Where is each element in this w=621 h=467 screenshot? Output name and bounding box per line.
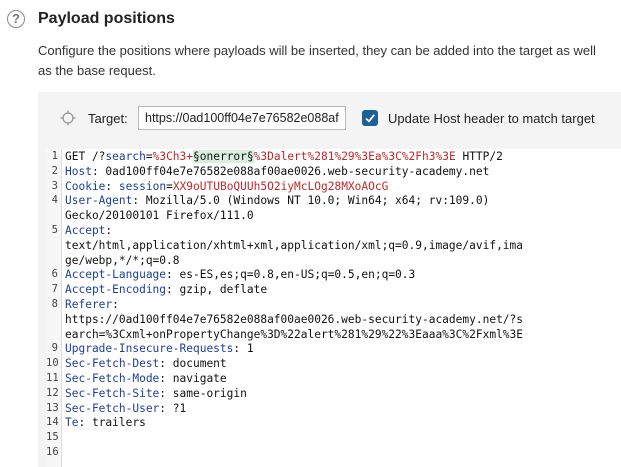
line-number: 7	[51, 283, 58, 296]
line-number: 12	[46, 386, 59, 399]
request-token: Sec-Fetch-Mode	[65, 372, 160, 385]
line-number: 15	[46, 431, 59, 444]
line-number: 14	[46, 416, 59, 429]
request-token: :	[105, 224, 113, 237]
request-line[interactable]: Sec-Fetch-Mode: navigate	[65, 372, 227, 385]
request-token: : navigate	[159, 372, 227, 385]
line-number: 16	[46, 446, 59, 458]
request-line[interactable]: Referer:	[65, 298, 119, 311]
request-token: Gecko/20100101 Firefox/111.0	[65, 209, 254, 223]
request-token: Upgrade-Insecure-Requests	[65, 342, 234, 356]
request-token: Referer	[65, 298, 113, 311]
request-line[interactable]: https://0ad100ff04e7e76582e088af00ae0026…	[65, 313, 523, 326]
request-token: =	[166, 179, 173, 193]
request-token: Sec-Fetch-Site	[65, 386, 160, 400]
line-number: 11	[46, 372, 59, 384]
request-editor[interactable]: 1 2 3 4 5 6 7 8 9 10 11 12 13 14 15 16 GET /?search=%3C…	[46, 149, 621, 467]
request-token: Cookie	[65, 179, 106, 193]
request-line[interactable]: earch=%3Cxml+onPropertyChange%3D%22alert…	[65, 328, 523, 341]
request-token: : 0ad100ff04e7e76582e088af00ae0026.web-s…	[91, 164, 490, 178]
target-url-input[interactable]	[138, 106, 346, 130]
request-token: : document	[159, 357, 227, 371]
update-host-label[interactable]: Update Host header to match target	[388, 111, 595, 126]
section-title: Payload positions	[38, 10, 175, 27]
payload-marker: §onerror§	[193, 150, 254, 163]
request-token: %3Ch3+	[152, 150, 194, 163]
request-token: : 1	[233, 342, 254, 356]
request-token: %3Dalert%281%29%3Ea%3C%2Fh3%3E	[253, 150, 456, 163]
request-line[interactable]: text/html,application/xhtml+xml,applicat…	[65, 239, 523, 252]
request-token: https://0ad100ff04e7e76582e088af00ae0026…	[65, 312, 524, 326]
request-token: earch=%3Cxml+onPropertyChange%3D%22alert…	[65, 327, 524, 341]
line-number: 13	[46, 401, 59, 414]
request-line[interactable]: Gecko/20100101 Firefox/111.0	[65, 209, 254, 222]
request-token: :	[112, 298, 119, 311]
request-token: Te	[65, 416, 79, 430]
request-line[interactable]: ge/webp,*/*;q=0.8	[65, 254, 180, 267]
request-line[interactable]: Upgrade-Insecure-Requests: 1	[65, 342, 254, 355]
line-number: 1	[51, 150, 58, 162]
request-token: User-Agent	[65, 194, 133, 208]
request-token: Sec-Fetch-Dest	[65, 357, 160, 371]
checkmark-icon	[365, 114, 375, 123]
request-line[interactable]: Sec-Fetch-Site: same-origin	[65, 387, 247, 400]
request-line[interactable]: GET /?search=%3Ch3+§onerror§%3Dalert%281…	[65, 150, 503, 163]
request-token: GET /?	[65, 150, 106, 163]
line-number: 6	[51, 268, 58, 281]
request-token: Accept-Encoding	[65, 283, 167, 297]
request-token: =	[145, 150, 153, 163]
request-token: : same-origin	[159, 386, 247, 400]
update-host-checkbox[interactable]	[362, 110, 378, 126]
request-token: ge/webp,*/*;q=0.8	[65, 253, 180, 267]
section-description: Configure the positions where payloads w…	[38, 43, 596, 78]
request-line[interactable]: Sec-Fetch-Dest: document	[65, 357, 227, 370]
request-token: : trailers	[78, 416, 146, 430]
request-token: search	[105, 150, 146, 163]
line-number: 8	[51, 298, 58, 310]
request-line[interactable]: Accept-Encoding: gzip, deflate	[65, 283, 267, 296]
request-token: : ?1	[159, 401, 187, 415]
request-token: :	[105, 179, 119, 193]
target-row: Target: Update Host header to match targ…	[38, 92, 621, 148]
request-token: : gzip, deflate	[166, 283, 268, 297]
crosshair-icon	[60, 110, 76, 126]
request-line[interactable]: User-Agent: Mozilla/5.0 (Windows NT 10.0…	[65, 194, 489, 207]
request-token: XX9oUTUBoQUUh5O2iyMcLOg28MXoAOcG	[172, 179, 389, 193]
request-line[interactable]: Cookie: session=XX9oUTUBoQUUh5O2iyMcLOg2…	[65, 180, 388, 193]
request-token: HTTP/2	[455, 150, 503, 163]
request-line[interactable]: Accept:	[65, 224, 112, 237]
request-line[interactable]: Accept-Language: es-ES,es;q=0.8,en-US;q=…	[65, 268, 415, 281]
request-token: Accept	[65, 224, 106, 237]
line-number: 4	[51, 194, 58, 207]
request-token: session	[118, 179, 167, 193]
request-line[interactable]: Sec-Fetch-User: ?1	[65, 402, 186, 415]
request-token: Accept-Language	[65, 268, 167, 282]
line-number: 5	[51, 224, 58, 236]
target-label: Target:	[88, 111, 128, 126]
request-token: Sec-Fetch-User	[65, 401, 160, 415]
request-token: : es-ES,es;q=0.8,en-US;q=0.5,en;q=0.3	[166, 268, 416, 282]
line-number: 9	[51, 342, 58, 355]
request-line[interactable]: Host: 0ad100ff04e7e76582e088af00ae0026.w…	[65, 165, 489, 178]
help-icon[interactable]: ?	[7, 10, 25, 28]
request-token: : Mozilla/5.0 (Windows NT 10.0; Win64; x…	[132, 194, 490, 208]
line-number: 2	[51, 164, 58, 177]
request-token: text/html,application/xhtml+xml,applicat…	[65, 238, 524, 252]
line-number: 10	[46, 357, 59, 370]
line-number-gutter: 1 2 3 4 5 6 7 8 9 10 11 12 13 14 15 16	[46, 149, 62, 467]
line-number: 3	[51, 179, 58, 192]
request-token: Host	[65, 164, 92, 178]
request-line[interactable]: Te: trailers	[65, 416, 146, 429]
